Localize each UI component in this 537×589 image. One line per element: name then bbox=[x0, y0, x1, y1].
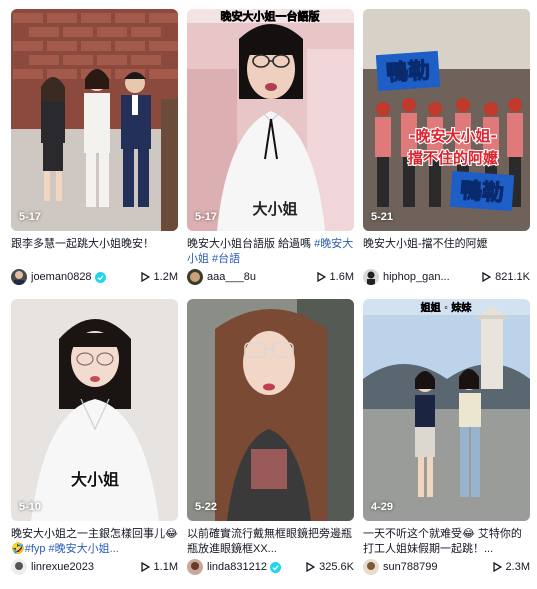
video-thumbnail[interactable]: 晚安大小姐一台語版 大小姐 5-17 bbox=[187, 9, 354, 231]
video-meta: sun788799 2.3M bbox=[363, 557, 530, 577]
video-thumbnail[interactable]: 鴨勒 -晚安大小姐- 擋不住的阿嬤 鴨勒 5-21 bbox=[363, 9, 530, 231]
view-count-value: 325.6K bbox=[319, 561, 354, 573]
overlay-top-text: 姐姐 · 妹妹 bbox=[421, 301, 473, 314]
avatar[interactable] bbox=[363, 269, 379, 285]
thumbnail-image bbox=[11, 9, 178, 231]
play-icon bbox=[492, 562, 502, 572]
verified-badge-icon bbox=[269, 561, 281, 573]
play-icon bbox=[316, 272, 326, 282]
view-count: 325.6K bbox=[306, 561, 354, 573]
play-icon bbox=[140, 562, 150, 572]
video-meta: hiphop_gan... 821.1K bbox=[363, 267, 530, 287]
view-count: 821.1K bbox=[482, 271, 530, 283]
view-count: 1.2M bbox=[140, 271, 178, 283]
video-meta: joeman0828 1.2M bbox=[11, 267, 178, 287]
post-date: 5-21 bbox=[371, 211, 394, 223]
play-icon bbox=[306, 562, 316, 572]
video-card[interactable]: 晚安大小姐一台語版 大小姐 5-17 晚安大小姐台語版 給過嗎 #晚安大小姐 #… bbox=[187, 9, 354, 299]
view-count-value: 821.1K bbox=[495, 271, 530, 283]
post-date: 5-22 bbox=[195, 501, 218, 513]
thumbnail-image: 鴨勒 -晚安大小姐- 擋不住的阿嬤 鴨勒 bbox=[363, 9, 530, 231]
view-count: 2.3M bbox=[492, 561, 530, 573]
avatar[interactable] bbox=[11, 269, 27, 285]
overlay-caption-text: 大小姐 bbox=[71, 470, 119, 489]
video-card[interactable]: 5-22 以前確實流行戴無框眼鏡把旁邊瓶瓶放進眼鏡框XX... linda831… bbox=[187, 299, 354, 589]
video-card[interactable]: 5-17 跟李多慧一起跳大小姐晚安！ joeman0828 1.2M bbox=[11, 9, 178, 299]
video-caption[interactable]: 跟李多慧一起跳大小姐晚安！ bbox=[11, 237, 178, 267]
thumbnail-image: 晚安大小姐一台語版 大小姐 bbox=[187, 9, 354, 231]
view-count-value: 2.3M bbox=[505, 561, 530, 573]
view-count-value: 1.1M bbox=[153, 561, 178, 573]
overlay-caption-text: 大小姐 bbox=[252, 200, 297, 218]
username-link[interactable]: linrexue2023 bbox=[31, 561, 94, 573]
username-link[interactable]: linda831212 bbox=[207, 561, 267, 573]
view-count-value: 1.2M bbox=[153, 271, 178, 283]
video-thumbnail[interactable]: 5-22 bbox=[187, 299, 354, 521]
overlay-badge-text-2: 鴨勒 bbox=[459, 178, 505, 206]
video-meta: aaa___8u 1.6M bbox=[187, 267, 354, 287]
overlay-badge-text: 鴨勒 bbox=[385, 58, 431, 86]
video-thumbnail[interactable]: 5-17 bbox=[11, 9, 178, 231]
username-link[interactable]: joeman0828 bbox=[31, 271, 92, 283]
avatar[interactable] bbox=[187, 269, 203, 285]
avatar[interactable] bbox=[187, 559, 203, 575]
post-date: 5-17 bbox=[19, 211, 42, 223]
video-caption[interactable]: 一天不听这个就难受😂 艾特你的打工人姐妹假期一起跳！... bbox=[363, 527, 530, 557]
view-count: 1.1M bbox=[140, 561, 178, 573]
video-meta: linrexue2023 1.1M bbox=[11, 557, 178, 577]
avatar[interactable] bbox=[363, 559, 379, 575]
view-count: 1.6M bbox=[316, 271, 354, 283]
overlay-top-text: 晚安大小姐一台語版 bbox=[221, 9, 320, 23]
view-count-value: 1.6M bbox=[329, 271, 354, 283]
post-date: 5-10 bbox=[19, 501, 42, 513]
video-card[interactable]: 鴨勒 -晚安大小姐- 擋不住的阿嬤 鴨勒 5-21 晚安大小姐-擋不住的阿嬤 h… bbox=[363, 9, 530, 299]
username-link[interactable]: sun788799 bbox=[383, 561, 437, 573]
video-caption[interactable]: 以前確實流行戴無框眼鏡把旁邊瓶瓶放進眼鏡框XX... bbox=[187, 527, 354, 557]
video-card[interactable]: 大小姐 5-10 晚安大小姐之一主銀怎樣回事儿😂🤣#fyp #晚安大小姐... … bbox=[11, 299, 178, 589]
post-date: 4-29 bbox=[371, 501, 394, 513]
video-caption[interactable]: 晚安大小姐台語版 給過嗎 #晚安大小姐 #台語 bbox=[187, 237, 354, 267]
username-link[interactable]: hiphop_gan... bbox=[383, 271, 450, 283]
overlay-caption-text-2: 擋不住的阿嬤 bbox=[408, 149, 498, 167]
video-caption[interactable]: 晚安大小姐之一主銀怎樣回事儿😂🤣#fyp #晚安大小姐... bbox=[11, 527, 178, 557]
video-meta: linda831212 325.6K bbox=[187, 557, 354, 577]
avatar[interactable] bbox=[11, 559, 27, 575]
hashtag-link[interactable]: #fyp #晚安大小姐... bbox=[25, 543, 119, 555]
thumbnail-image: 大小姐 bbox=[11, 299, 178, 521]
video-thumbnail[interactable]: 大小姐 5-10 bbox=[11, 299, 178, 521]
thumbnail-image: 姐姐 · 妹妹 bbox=[363, 299, 530, 521]
overlay-caption-text: -晚安大小姐- bbox=[409, 127, 496, 145]
username-link[interactable]: aaa___8u bbox=[207, 271, 256, 283]
play-icon bbox=[482, 272, 492, 282]
verified-badge-icon bbox=[94, 271, 106, 283]
thumbnail-image bbox=[187, 299, 354, 521]
play-icon bbox=[140, 272, 150, 282]
video-thumbnail[interactable]: 姐姐 · 妹妹 4-29 bbox=[363, 299, 530, 521]
video-caption[interactable]: 晚安大小姐-擋不住的阿嬤 bbox=[363, 237, 530, 267]
post-date: 5-17 bbox=[195, 211, 218, 223]
video-grid: 5-17 跟李多慧一起跳大小姐晚安！ joeman0828 1.2M 晚安大小姐… bbox=[11, 9, 530, 589]
video-card[interactable]: 姐姐 · 妹妹 4-29 一天不听这个就难受😂 艾特你的打工人姐妹假期一起跳！.… bbox=[363, 299, 530, 589]
